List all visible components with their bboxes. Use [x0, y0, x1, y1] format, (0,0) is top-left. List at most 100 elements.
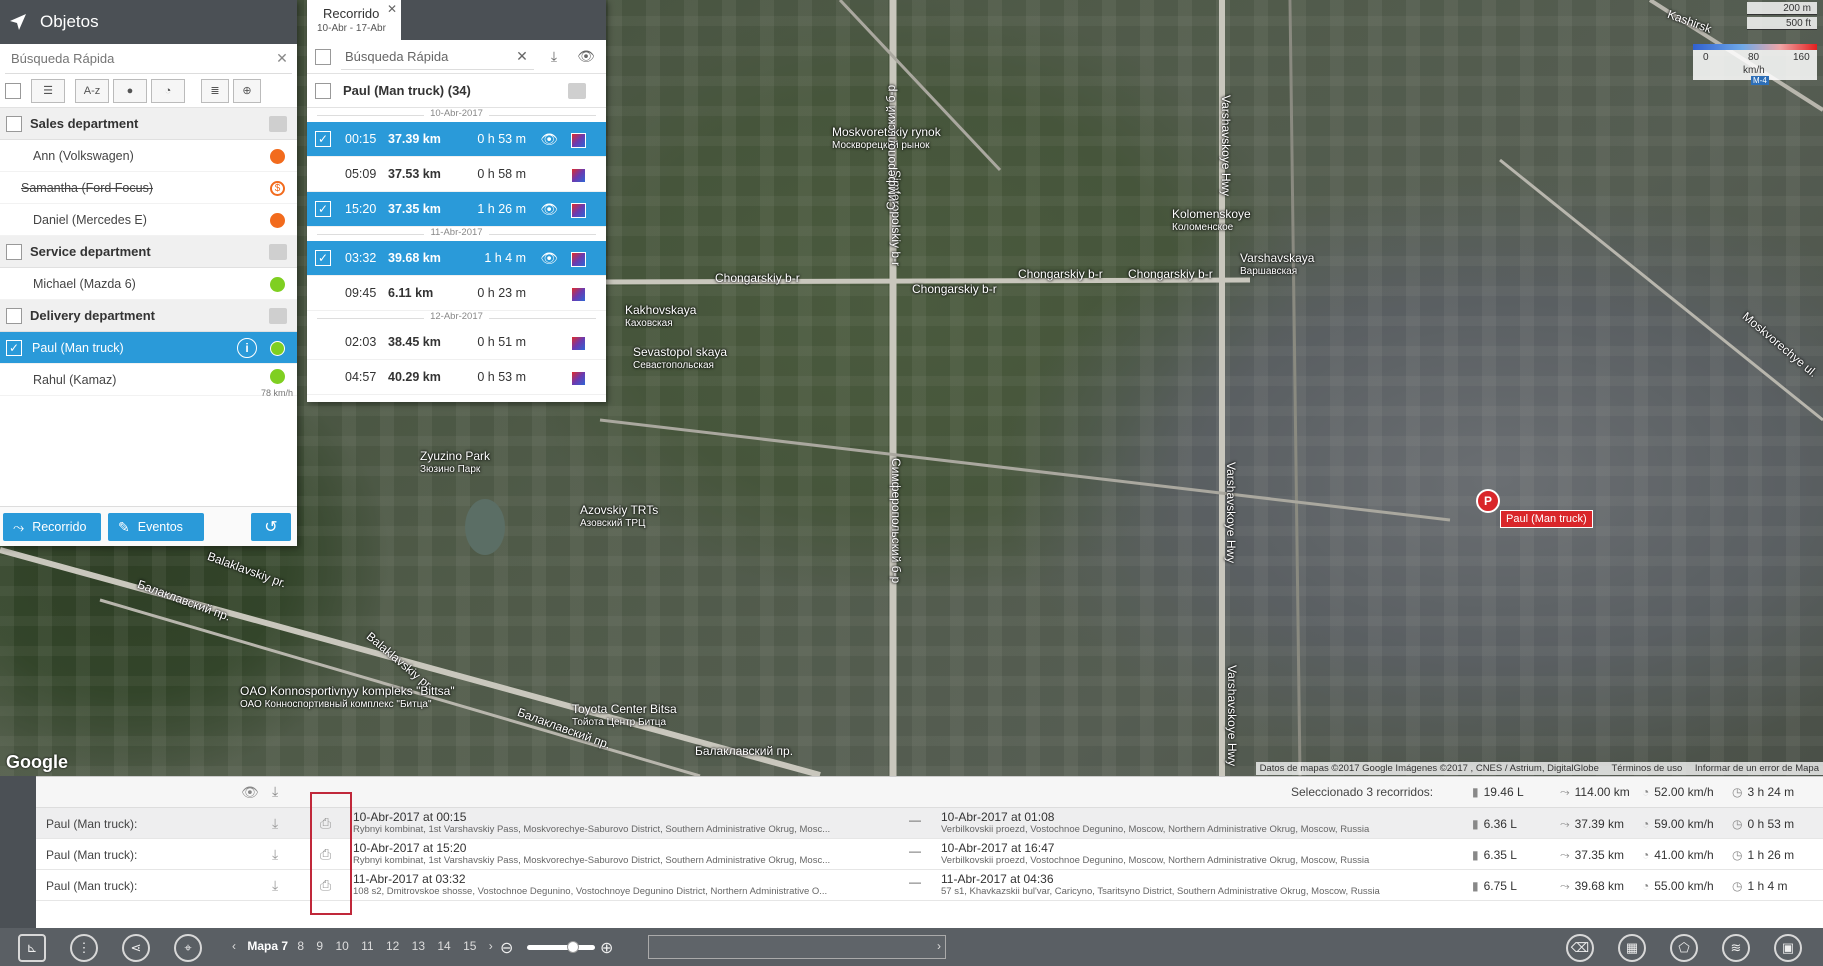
next-page-icon[interactable]: ›: [489, 939, 493, 953]
table-row[interactable]: Paul (Man truck): ⤓ ⎙ 11-Abr-2017 at 03:…: [36, 870, 1823, 901]
trip-checkbox[interactable]: ✓: [315, 201, 331, 217]
locate-button[interactable]: ⊕: [233, 78, 261, 103]
table-row[interactable]: Paul (Man truck): ⤓ ⎙ 10-Abr-2017 at 00:…: [36, 808, 1823, 839]
map-page[interactable]: 13: [412, 939, 425, 953]
track-color-swatch[interactable]: [571, 252, 586, 267]
unit-tracks-checkbox[interactable]: [315, 82, 331, 99]
group-menu-icon[interactable]: [269, 116, 287, 132]
map-page[interactable]: 9: [316, 939, 323, 953]
ruler-icon[interactable]: ⊾: [18, 934, 46, 962]
events-button[interactable]: ✎ Eventos: [108, 513, 204, 541]
trip-checkbox[interactable]: ✓: [315, 131, 331, 147]
group-checkbox[interactable]: [6, 243, 22, 260]
map-page[interactable]: 14: [437, 939, 450, 953]
zoom-slider-knob[interactable]: [567, 941, 579, 953]
unit-menu-icon[interactable]: [568, 83, 586, 99]
map-page[interactable]: 10: [335, 939, 348, 953]
track-color-swatch[interactable]: [571, 168, 586, 183]
trip-row[interactable]: 02:03 38.45 km 0 h 51 m: [307, 325, 606, 360]
download-icon[interactable]: ⤓: [272, 783, 278, 800]
chevron-right-icon[interactable]: ›: [937, 939, 941, 953]
settings-button[interactable]: ≣: [201, 78, 229, 103]
group-sales-department[interactable]: Sales department: [0, 108, 297, 140]
vehicle-marker-label[interactable]: Paul (Man truck): [1500, 510, 1593, 528]
map-page[interactable]: 15: [463, 939, 476, 953]
group-delivery-department[interactable]: Delivery department: [0, 300, 297, 332]
map-page[interactable]: 8: [297, 939, 304, 953]
fullscreen-icon[interactable]: ▣: [1774, 934, 1802, 962]
unit-daniel[interactable]: Daniel (Mercedes E): [0, 204, 297, 236]
share-icon[interactable]: ⋖: [122, 934, 150, 962]
group-checkbox[interactable]: [6, 115, 22, 132]
map-page[interactable]: 11: [361, 939, 373, 953]
status-filter-button[interactable]: ●: [113, 78, 147, 103]
list-view-button[interactable]: ☰: [31, 78, 65, 103]
history-button[interactable]: ↺: [251, 513, 291, 541]
pentagon-icon[interactable]: ⬠: [1670, 934, 1698, 962]
table-row[interactable]: Paul (Man truck): ⤓ ⎙ 10-Abr-2017 at 15:…: [36, 839, 1823, 870]
map-label-varshavskoye-hwy: Varshavskoye Hwy: [1225, 665, 1239, 767]
group-service-department[interactable]: Service department: [0, 236, 297, 268]
unit-paul[interactable]: ✓ Paul (Man truck) i: [0, 332, 297, 364]
location-pin-icon[interactable]: ⌖: [174, 934, 202, 962]
track-search-input[interactable]: Búsqueda Rápida ✕: [341, 44, 534, 70]
eraser-icon[interactable]: ⌫: [1566, 934, 1594, 962]
track-color-swatch[interactable]: [571, 287, 586, 302]
zoom-out-icon[interactable]: ⊖: [500, 938, 513, 958]
trip-row[interactable]: ✓ 15:20 37.35 km 1 h 26 m 👁: [307, 192, 606, 227]
download-icon[interactable]: ⤓: [272, 877, 278, 894]
terms-link[interactable]: Términos de uso: [1612, 763, 1683, 774]
speed-filter-button[interactable]: ◔: [151, 78, 185, 103]
group-menu-icon[interactable]: [269, 308, 287, 324]
track-button[interactable]: ⤳ Recorrido: [3, 513, 101, 541]
trip-row[interactable]: ✓ 03:32 39.68 km 1 h 4 m 👁: [307, 241, 606, 276]
unit-michael[interactable]: Michael (Mazda 6): [0, 268, 297, 300]
trip-checkbox[interactable]: ✓: [315, 250, 331, 266]
track-unit-header[interactable]: Paul (Man truck) (34): [307, 74, 606, 108]
eye-icon[interactable]: 👁: [540, 250, 558, 267]
download-icon[interactable]: ⤓: [272, 846, 278, 863]
track-color-swatch[interactable]: [571, 203, 586, 218]
clear-search-icon[interactable]: ✕: [510, 48, 534, 65]
prev-page-icon[interactable]: ‹: [232, 939, 236, 953]
track-color-swatch[interactable]: [571, 371, 586, 386]
trip-row[interactable]: 04:57 40.29 km 0 h 53 m: [307, 360, 606, 395]
unit-ann[interactable]: Ann (Volkswagen): [0, 140, 297, 172]
track-color-swatch[interactable]: [571, 133, 586, 148]
group-checkbox[interactable]: [6, 307, 22, 324]
report-error-link[interactable]: Informar de un error de Mapa: [1695, 763, 1819, 774]
close-tab-icon[interactable]: ✕: [387, 2, 397, 16]
trip-row[interactable]: ✓ 00:15 37.39 km 0 h 53 m 👁: [307, 122, 606, 157]
buildings-icon[interactable]: ▦: [1618, 934, 1646, 962]
unit-checkbox[interactable]: ✓: [6, 339, 22, 356]
track-color-swatch[interactable]: [571, 336, 586, 351]
select-all-tracks-checkbox[interactable]: [315, 48, 331, 65]
traffic-light-icon[interactable]: ⋮: [70, 934, 98, 962]
group-menu-icon[interactable]: [269, 244, 287, 260]
zoom-in-icon[interactable]: ⊕: [600, 938, 613, 958]
trip-start: 11-Abr-2017 at 03:32 108 s2, Dmitrovskoe…: [353, 872, 828, 898]
eye-icon[interactable]: 👁: [241, 784, 259, 801]
map-page-active[interactable]: Mapa 7: [247, 939, 288, 953]
objects-search-input[interactable]: [5, 51, 272, 66]
layers-icon[interactable]: ≋: [1722, 934, 1750, 962]
address-search-input[interactable]: ›: [648, 935, 946, 959]
unit-rahul[interactable]: Rahul (Kamaz) 78 km/h: [0, 364, 297, 398]
vehicle-marker[interactable]: P: [1476, 489, 1500, 513]
zoom-slider[interactable]: [527, 941, 595, 953]
select-all-checkbox[interactable]: [5, 82, 21, 99]
clear-search-icon[interactable]: ✕: [272, 50, 292, 67]
eye-icon[interactable]: 👁: [540, 131, 558, 148]
map-page[interactable]: 12: [386, 939, 399, 953]
download-icon[interactable]: ⤓: [542, 48, 566, 65]
eye-icon[interactable]: 👁: [574, 48, 598, 65]
trip-row[interactable]: 05:09 37.53 km 0 h 58 m: [307, 157, 606, 192]
tab-recorrido[interactable]: Recorrido 10-Abr - 17-Abr ✕: [307, 0, 401, 40]
info-icon[interactable]: i: [237, 338, 257, 358]
download-icon[interactable]: ⤓: [272, 815, 278, 832]
unit-samantha[interactable]: Samantha (Ford Focus) $: [0, 172, 297, 204]
road-sign: M-4: [1751, 76, 1769, 85]
trip-row[interactable]: 09:45 6.11 km 0 h 23 m: [307, 276, 606, 311]
sort-alpha-button[interactable]: A-z: [75, 78, 109, 103]
eye-icon[interactable]: 👁: [540, 201, 558, 218]
